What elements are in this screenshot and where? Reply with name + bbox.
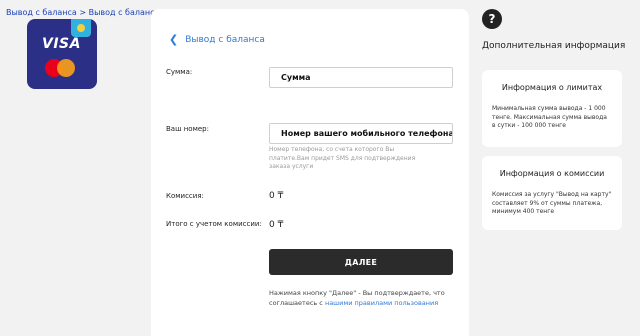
withdraw-form-card: ❮ Вывод с баланса Сумма: Ваш номер: Номе…	[151, 9, 469, 336]
phone-hint: Номер телефона, со счета которого Вы пла…	[269, 146, 416, 170]
limits-info-text: Минимальная сумма вывода - 1 000 тенге. …	[492, 105, 607, 129]
service-logo: VISA	[27, 19, 97, 89]
commission-label: Комиссия:	[166, 192, 204, 200]
phone-field-wrapper	[269, 123, 453, 144]
chevron-left-icon: ❮	[169, 33, 179, 46]
commission-info-card: Информация о комиссии Комиссия за услугу…	[482, 156, 622, 230]
phone-label: Ваш номер:	[166, 125, 209, 133]
limits-info-card: Информация о лимитах Минимальная сумма в…	[482, 70, 622, 147]
agreement-text: Нажимая кнопку "Далее" - Вы подтверждает…	[269, 288, 459, 308]
next-button[interactable]: ДАЛЕЕ	[269, 249, 453, 275]
limits-info-title: Информация о лимитах	[501, 83, 603, 92]
amount-label: Сумма:	[166, 68, 193, 76]
breadcrumb-item-withdraw[interactable]: Вывод с баланса	[6, 8, 77, 17]
visa-logo-text: VISA	[42, 36, 81, 52]
terms-link[interactable]: нашими правилами пользования	[325, 299, 438, 307]
commission-info-title: Информация о комиссии	[499, 169, 605, 178]
commission-value: 0 ₸	[269, 191, 284, 201]
help-icon[interactable]: ?	[482, 9, 502, 29]
sidebar-title: Дополнительная информация	[482, 41, 626, 51]
breadcrumb: Вывод с баланса > Вывод с баланса	[6, 8, 159, 17]
back-link-label: Вывод с баланса	[185, 34, 265, 45]
amount-input[interactable]	[281, 73, 452, 82]
phone-input[interactable]	[281, 129, 452, 138]
kazakhstan-flag-icon	[71, 19, 91, 37]
total-label: Итого с учетом комиссии:	[166, 220, 262, 228]
total-value: 0 ₸	[269, 220, 284, 230]
commission-info-text: Комиссия за услугу "Вывод на карту" сост…	[492, 191, 612, 215]
breadcrumb-item-current[interactable]: Вывод с баланса	[89, 8, 160, 17]
mastercard-orange-circle-icon	[57, 59, 75, 77]
amount-field-wrapper	[269, 67, 453, 88]
breadcrumb-separator: >	[79, 8, 87, 17]
back-link[interactable]: ❮ Вывод с баланса	[169, 34, 265, 45]
